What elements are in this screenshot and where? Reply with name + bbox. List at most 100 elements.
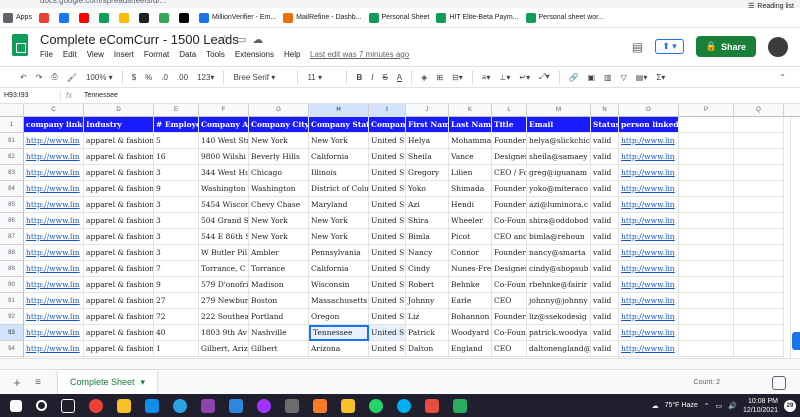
bookmark-item[interactable]: Personal Sheet: [366, 10, 433, 26]
bookmark-item[interactable]: MillionVerifier - Em...: [196, 10, 279, 26]
app-icon[interactable]: [425, 398, 439, 413]
table-cell[interactable]: Bimla: [406, 229, 449, 245]
avatar[interactable]: [768, 36, 788, 57]
table-cell[interactable]: 3: [154, 229, 199, 245]
windows-start-icon[interactable]: [10, 399, 22, 412]
table-cell[interactable]: Cindy: [406, 261, 449, 277]
currency-format-button[interactable]: $: [132, 73, 136, 82]
table-cell[interactable]: Co-Foun: [492, 277, 527, 293]
table-cell[interactable]: daltonengland@: [527, 341, 591, 357]
table-cell[interactable]: [734, 149, 784, 165]
linkedin-link-cell[interactable]: http://www.lin: [619, 341, 679, 357]
header-cell[interactable]: Company: [369, 117, 406, 133]
table-cell[interactable]: Shimada: [449, 181, 492, 197]
table-cell[interactable]: [734, 245, 784, 261]
text-wrap-icon[interactable]: ↵▾: [519, 73, 530, 82]
print-icon[interactable]: ⎙: [51, 72, 57, 82]
table-cell[interactable]: valid: [591, 277, 619, 293]
header-cell[interactable]: # Employee: [154, 117, 199, 133]
bookmark-item[interactable]: Apps: [0, 10, 35, 26]
table-cell[interactable]: 27: [154, 293, 199, 309]
table-cell[interactable]: [734, 293, 784, 309]
formula-input[interactable]: Tennessee: [84, 92, 118, 99]
strikethrough-icon[interactable]: S: [382, 73, 387, 82]
side-panel-toggle[interactable]: [792, 332, 800, 350]
table-cell[interactable]: 9800 Wilshi: [199, 149, 249, 165]
table-cell[interactable]: apparel & fashion: [84, 165, 154, 181]
table-cell[interactable]: Mohamma: [449, 133, 492, 149]
table-cell[interactable]: azi@luminora.c: [527, 197, 591, 213]
volume-icon[interactable]: 🔊: [728, 402, 737, 410]
header-cell[interactable]: Title: [492, 117, 527, 133]
table-cell[interactable]: valid: [591, 341, 619, 357]
bookmark-item[interactable]: [76, 10, 95, 26]
table-cell[interactable]: apparel & fashion: [84, 341, 154, 357]
table-cell[interactable]: United St: [369, 293, 406, 309]
filter-views-icon[interactable]: ▤▾: [636, 73, 648, 82]
share-button[interactable]: 🔒 Share: [695, 36, 756, 57]
all-sheets-button[interactable]: ≡: [28, 377, 48, 388]
table-cell[interactable]: United St: [369, 325, 406, 341]
table-cell[interactable]: 9: [154, 277, 199, 293]
table-cell[interactable]: Hendi: [449, 197, 492, 213]
table-cell[interactable]: johnny@johnny: [527, 293, 591, 309]
text-color-icon[interactable]: A: [397, 73, 402, 82]
bookmark-item[interactable]: Personal sheet wor...: [523, 10, 607, 26]
explore-icon[interactable]: [772, 376, 786, 390]
bookmark-item[interactable]: [156, 10, 175, 26]
column-header-p[interactable]: P: [679, 104, 734, 117]
table-cell[interactable]: Washington: [199, 181, 249, 197]
redo-icon[interactable]: ↷: [36, 73, 43, 82]
name-box[interactable]: H93:I93: [0, 92, 60, 99]
table-cell[interactable]: Founder: [492, 309, 527, 325]
table-cell[interactable]: sheila@samaey: [527, 149, 591, 165]
row-header[interactable]: 92: [0, 309, 24, 325]
row-header[interactable]: 94: [0, 341, 24, 357]
linkedin-link-cell[interactable]: http://www.lin: [619, 181, 679, 197]
decrease-decimal-button[interactable]: .0: [161, 73, 168, 82]
linkedin-link-cell[interactable]: http://www.lin: [24, 133, 84, 149]
linkedin-link-cell[interactable]: http://www.lin: [619, 133, 679, 149]
table-cell[interactable]: Designer: [492, 149, 527, 165]
column-header-l[interactable]: L: [492, 104, 527, 117]
table-cell[interactable]: [679, 261, 734, 277]
present-button[interactable]: ⬆ ▾: [655, 39, 684, 54]
photos-icon[interactable]: [229, 398, 243, 413]
spreadsheet-grid[interactable]: CDEFGHIJKLMNOPQ 1 company linke Industry # …: [0, 104, 800, 369]
table-cell[interactable]: 40: [154, 325, 199, 341]
table-cell[interactable]: Azi: [406, 197, 449, 213]
table-cell[interactable]: Madison: [249, 277, 309, 293]
table-cell[interactable]: [734, 261, 784, 277]
table-cell[interactable]: Nashville: [249, 325, 309, 341]
table-cell[interactable]: United St: [369, 341, 406, 357]
messenger-icon[interactable]: [257, 398, 271, 413]
table-cell[interactable]: Founder: [492, 197, 527, 213]
menu-file[interactable]: File: [40, 50, 53, 59]
last-edit-link[interactable]: Last edit was 7 minutes ago: [310, 50, 409, 59]
filter-icon[interactable]: ▽: [621, 73, 627, 82]
table-cell[interactable]: 504 Grand S: [199, 213, 249, 229]
table-cell[interactable]: Washington: [249, 181, 309, 197]
table-cell[interactable]: United St: [369, 261, 406, 277]
edge-icon[interactable]: [173, 398, 187, 413]
weather-icon[interactable]: ☁: [652, 402, 659, 410]
clock[interactable]: 10:08 PM 12/10/2021: [743, 397, 778, 415]
row-header[interactable]: 91: [0, 293, 24, 309]
row-header[interactable]: 87: [0, 229, 24, 245]
menu-format[interactable]: Format: [144, 50, 169, 59]
table-cell[interactable]: New York: [249, 133, 309, 149]
table-cell[interactable]: Vance: [449, 149, 492, 165]
add-sheet-button[interactable]: +: [6, 375, 28, 390]
bookmark-item[interactable]: [136, 10, 155, 26]
table-cell[interactable]: Maryland: [309, 197, 369, 213]
linkedin-link-cell[interactable]: http://www.lin: [24, 245, 84, 261]
table-cell[interactable]: valid: [591, 181, 619, 197]
header-cell[interactable]: Status: [591, 117, 619, 133]
bookmark-item[interactable]: MailRefine - Dashb...: [280, 10, 364, 26]
column-header-g[interactable]: G: [249, 104, 309, 117]
header-cell[interactable]: Last Name: [449, 117, 492, 133]
table-cell[interactable]: W Butler Pil: [199, 245, 249, 261]
menu-help[interactable]: Help: [284, 50, 300, 59]
table-cell[interactable]: Robert: [406, 277, 449, 293]
table-cell[interactable]: New York: [309, 133, 369, 149]
